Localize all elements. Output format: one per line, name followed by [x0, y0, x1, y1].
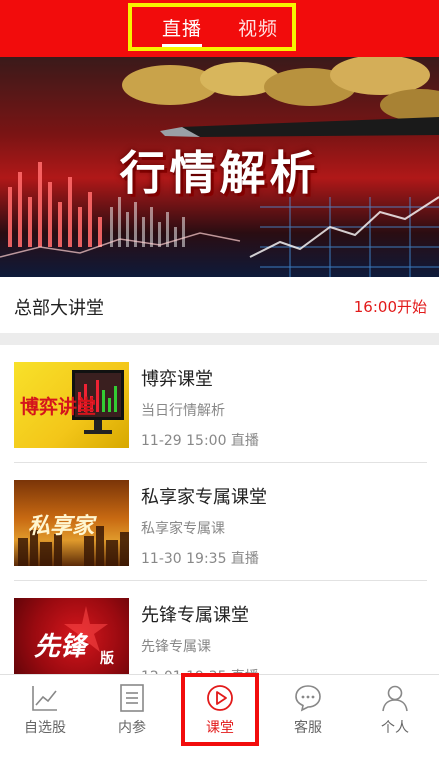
course-item[interactable]: 先锋 版 先锋专属课堂 先锋专属课 12-01 19:35 直播	[0, 581, 439, 674]
course-title: 私享家专属课堂	[141, 487, 267, 508]
tab-live[interactable]: 直播	[162, 14, 202, 41]
nav-label: 内参	[118, 720, 146, 736]
course-thumbnail: 先锋 版	[14, 598, 129, 674]
course-thumbnail: 私享家	[14, 480, 129, 566]
nav-label: 个人	[381, 720, 409, 736]
course-list[interactable]: 博弈讲堂 博弈课堂 当日行情解析 11-29 15:00 直播 私享家 私享家专…	[0, 345, 439, 674]
course-subtitle: 私享家专属课	[141, 521, 225, 537]
course-thumbnail-tag: 版	[100, 651, 114, 667]
tab-switcher: 直播 视频	[128, 3, 296, 51]
active-tab-indicator	[162, 44, 202, 47]
course-thumbnail-text: 先锋	[34, 632, 87, 662]
banner-market-analysis[interactable]: 行情解析	[0, 57, 439, 277]
course-thumbnail: 博弈讲堂	[14, 362, 129, 448]
chat-bubble-icon	[295, 685, 321, 712]
nav-item-watchlist[interactable]: 自选股	[10, 675, 80, 745]
banner-title: 行情解析	[119, 146, 320, 200]
nav-item-profile[interactable]: 个人	[360, 675, 430, 745]
nav-item-support[interactable]: 客服	[273, 675, 343, 745]
nav-label: 客服	[294, 720, 322, 736]
active-nav-highlight	[181, 673, 259, 746]
course-item[interactable]: 私享家 私享家专属课堂 私享家专属课 11-30 19:35 直播	[0, 463, 439, 581]
top-header: 直播 视频	[0, 0, 439, 57]
nav-item-research[interactable]: 内参	[97, 675, 167, 745]
course-title: 博弈课堂	[141, 369, 213, 390]
live-lecture-title: 总部大讲堂	[14, 298, 104, 319]
live-lecture-row[interactable]: 总部大讲堂 16:00开始	[0, 277, 439, 333]
course-subtitle: 先锋专属课	[141, 639, 211, 655]
course-thumbnail-text: 博弈讲堂	[20, 396, 97, 418]
tab-video[interactable]: 视频	[238, 14, 278, 41]
chart-line-icon	[32, 686, 57, 711]
live-lecture-time: 16:00开始	[353, 298, 427, 316]
person-icon	[382, 685, 408, 712]
course-thumbnail-text: 私享家	[28, 514, 95, 539]
section-separator	[0, 333, 439, 345]
document-icon	[120, 684, 144, 712]
course-item[interactable]: 博弈讲堂 博弈课堂 当日行情解析 11-29 15:00 直播	[0, 345, 439, 463]
nav-label: 自选股	[24, 720, 66, 736]
course-time: 11-30 19:35 直播	[141, 551, 259, 567]
course-subtitle: 当日行情解析	[141, 403, 225, 419]
course-time: 11-29 15:00 直播	[141, 433, 259, 449]
course-title: 先锋专属课堂	[141, 605, 249, 626]
